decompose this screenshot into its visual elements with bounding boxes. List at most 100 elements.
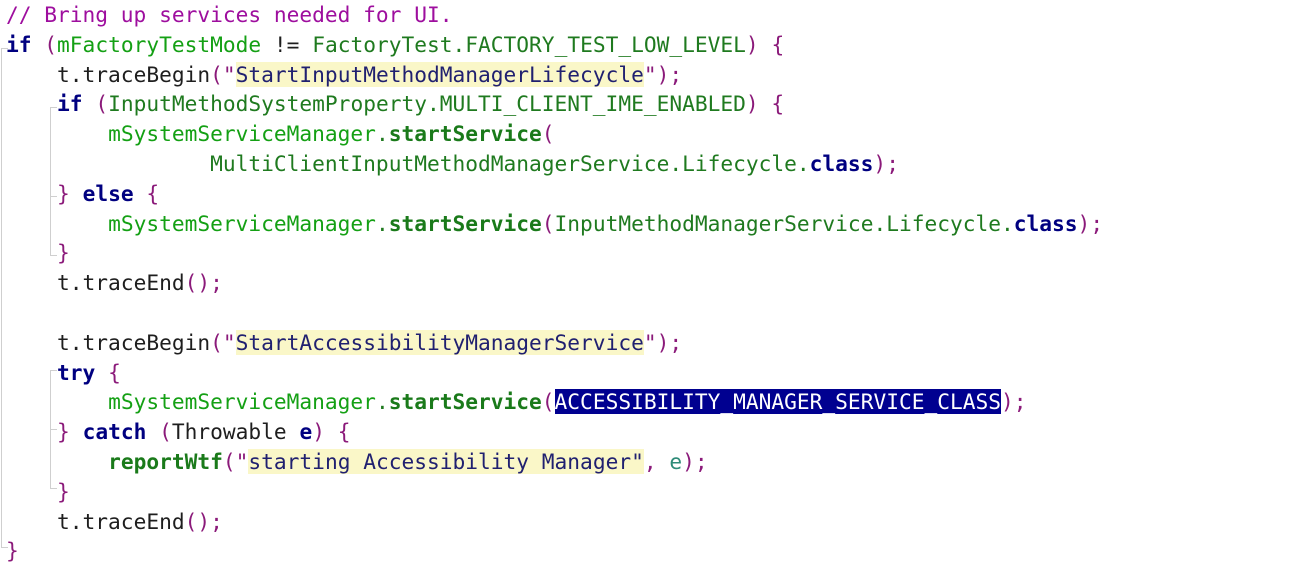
code-token: != <box>273 31 300 57</box>
code-token: e <box>299 419 313 445</box>
code-token: ( <box>95 91 109 117</box>
code-token: t.traceBegin <box>57 61 211 87</box>
code-token: mSystemServiceManager <box>108 210 376 236</box>
code-line[interactable]: t.traceEnd(); <box>0 507 1103 537</box>
code-editor-viewport[interactable]: // Bring up services needed for UI. if (m… <box>0 0 1298 566</box>
code-line[interactable]: } <box>0 477 1103 507</box>
code-token: t.traceEnd <box>57 270 185 296</box>
code-token: ( <box>541 210 555 236</box>
code-token: ; <box>210 270 223 296</box>
code-token: { <box>337 419 351 445</box>
code-token: if <box>57 91 83 117</box>
code-line[interactable]: } <box>0 238 1103 268</box>
code-token: reportWtf <box>108 448 223 474</box>
code-token: { <box>146 180 160 206</box>
code-token: , <box>643 448 657 474</box>
code-line[interactable]: if (mFactoryTestMode != FactoryTest.FACT… <box>0 30 1103 60</box>
code-token: . <box>375 121 389 147</box>
code-line[interactable]: t.traceBegin("StartAccessibilityManagerS… <box>0 328 1103 358</box>
code-token: . <box>375 389 389 415</box>
code-token: e <box>669 448 683 474</box>
code-token: } <box>57 240 70 266</box>
code-token: " <box>222 61 236 87</box>
code-token: ) <box>656 329 670 355</box>
code-token: t.traceEnd <box>57 508 185 534</box>
code-token: ( <box>159 419 172 445</box>
code-line[interactable]: // Bring up services needed for UI. <box>0 0 1103 30</box>
code-token: ) <box>682 448 695 474</box>
code-token: class <box>1013 210 1078 236</box>
code-token: ( <box>184 270 198 296</box>
selected-token[interactable]: ACCESSIBILITY_MANAGER_SERVICE_CLASS <box>554 389 1002 415</box>
code-token: starting Accessibility Manager" <box>248 448 644 474</box>
code-token: ) <box>1001 389 1014 415</box>
code-token: ) <box>197 508 211 534</box>
code-line[interactable]: mSystemServiceManager.startService( <box>0 119 1103 149</box>
code-token: startService <box>388 121 542 147</box>
code-token: ; <box>1013 389 1027 415</box>
code-line-blank[interactable] <box>0 298 1103 328</box>
code-token: // Bring up services needed for UI. <box>6 2 453 27</box>
code-token: MultiClientInputMethodManagerService.Lif… <box>210 150 810 176</box>
code-token: ; <box>669 61 683 87</box>
code-line[interactable]: try { <box>0 358 1103 388</box>
code-token: StartInputMethodManagerLifecycle <box>235 61 644 87</box>
code-line[interactable]: reportWtf("starting Accessibility Manage… <box>0 447 1103 477</box>
code-token: { <box>771 91 785 117</box>
code-token: ) <box>745 91 759 117</box>
code-token: catch <box>82 419 147 445</box>
code-line[interactable]: t.traceEnd(); <box>0 268 1103 298</box>
code-token: startService <box>388 210 542 236</box>
source-code-block[interactable]: // Bring up services needed for UI. if (m… <box>0 0 1103 566</box>
code-token: ( <box>210 329 223 355</box>
code-line[interactable]: if (InputMethodSystemProperty.MULTI_CLIE… <box>0 89 1103 119</box>
code-token: ( <box>541 389 555 415</box>
code-token: ( <box>44 31 58 57</box>
code-line[interactable]: } <box>0 536 1103 566</box>
code-line[interactable]: } else { <box>0 179 1103 209</box>
code-token: { <box>108 359 121 385</box>
code-token: } <box>6 538 19 564</box>
code-line[interactable]: MultiClientInputMethodManagerService.Lif… <box>0 149 1103 179</box>
code-token: ( <box>210 61 223 87</box>
code-token: Throwable <box>171 419 287 445</box>
code-token: ; <box>694 448 708 474</box>
code-token: ( <box>184 508 198 534</box>
code-line[interactable]: } catch (Throwable e) { <box>0 417 1103 447</box>
code-token: FactoryTest.FACTORY_TEST_LOW_LEVEL <box>312 31 746 57</box>
code-token: ; <box>210 508 223 534</box>
code-line[interactable]: mSystemServiceManager.startService(ACCES… <box>0 387 1103 417</box>
code-token: " <box>643 61 657 87</box>
code-token: else <box>82 180 134 206</box>
code-line[interactable]: mSystemServiceManager.startService(Input… <box>0 209 1103 239</box>
code-token: ) <box>745 31 759 57</box>
code-token: StartAccessibilityManagerService <box>235 329 644 355</box>
code-token: ) <box>873 150 887 176</box>
code-token: ) <box>656 61 670 87</box>
code-token: } <box>57 180 70 206</box>
code-token: . <box>375 210 389 236</box>
code-line[interactable]: t.traceBegin("StartInputMethodManagerLif… <box>0 60 1103 90</box>
